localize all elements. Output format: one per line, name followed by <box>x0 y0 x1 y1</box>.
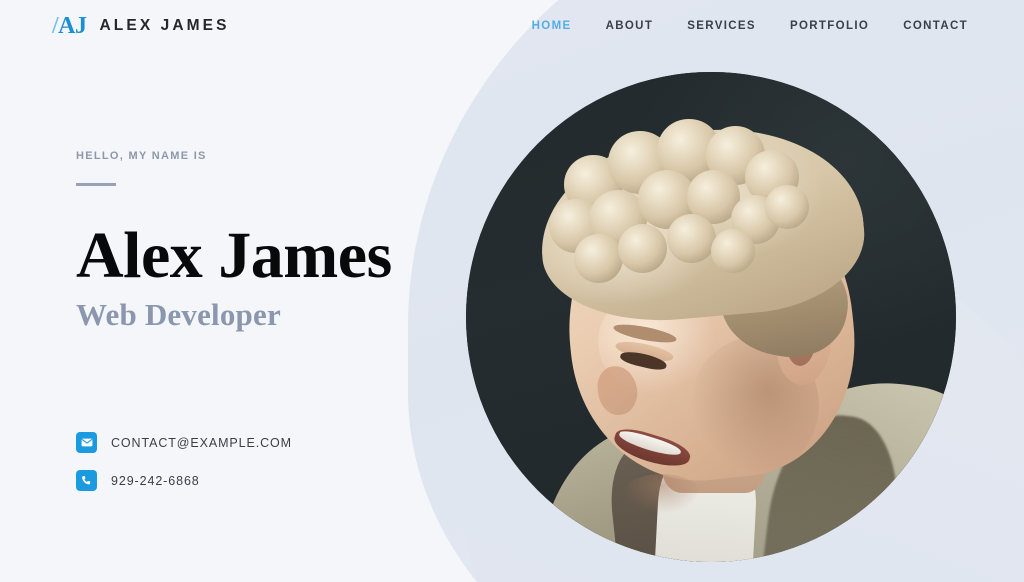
nav-link-portfolio[interactable]: PORTFOLIO <box>790 20 869 32</box>
contact-phone-text: 929-242-6868 <box>111 473 200 488</box>
contact-email-text: CONTACT@EXAMPLE.COM <box>111 435 292 450</box>
hero-name: Alex James <box>76 219 392 292</box>
hair-curl <box>764 184 809 229</box>
hair-curl <box>666 214 716 264</box>
hair-curl <box>711 228 756 273</box>
portrait-illustration <box>466 72 956 562</box>
nav-link-about[interactable]: ABOUT <box>606 20 654 32</box>
hair-curl <box>573 233 623 283</box>
contact-list: CONTACT@EXAMPLE.COM 929-242-6868 <box>76 432 292 491</box>
hero-eyebrow-rule <box>76 183 116 186</box>
main-navigation: HOME ABOUT SERVICES PORTFOLIO CONTACT <box>532 20 968 32</box>
portrait-photo <box>466 72 956 562</box>
contact-email-row[interactable]: CONTACT@EXAMPLE.COM <box>76 432 292 453</box>
brand-name: ALEX JAMES <box>99 17 230 34</box>
hair-curl <box>617 223 667 273</box>
chin-shadow <box>622 473 702 513</box>
contact-phone-row[interactable]: 929-242-6868 <box>76 470 292 491</box>
hero-copy: HELLO, MY NAME IS Alex James Web Develop… <box>76 150 496 332</box>
nav-link-contact[interactable]: CONTACT <box>903 20 968 32</box>
nav-link-home[interactable]: HOME <box>532 20 572 32</box>
brand-logo[interactable]: /AJ ALEX JAMES <box>52 14 230 38</box>
hero-role: Web Developer <box>76 297 281 333</box>
site-header: /AJ ALEX JAMES HOME ABOUT SERVICES PORTF… <box>0 0 1024 52</box>
brand-initials: AJ <box>58 13 87 39</box>
nav-link-services[interactable]: SERVICES <box>687 20 756 32</box>
envelope-icon <box>76 432 97 453</box>
brand-monogram-icon: /AJ <box>52 14 87 38</box>
hero-eyebrow: HELLO, MY NAME IS <box>76 150 207 162</box>
phone-icon <box>76 470 97 491</box>
